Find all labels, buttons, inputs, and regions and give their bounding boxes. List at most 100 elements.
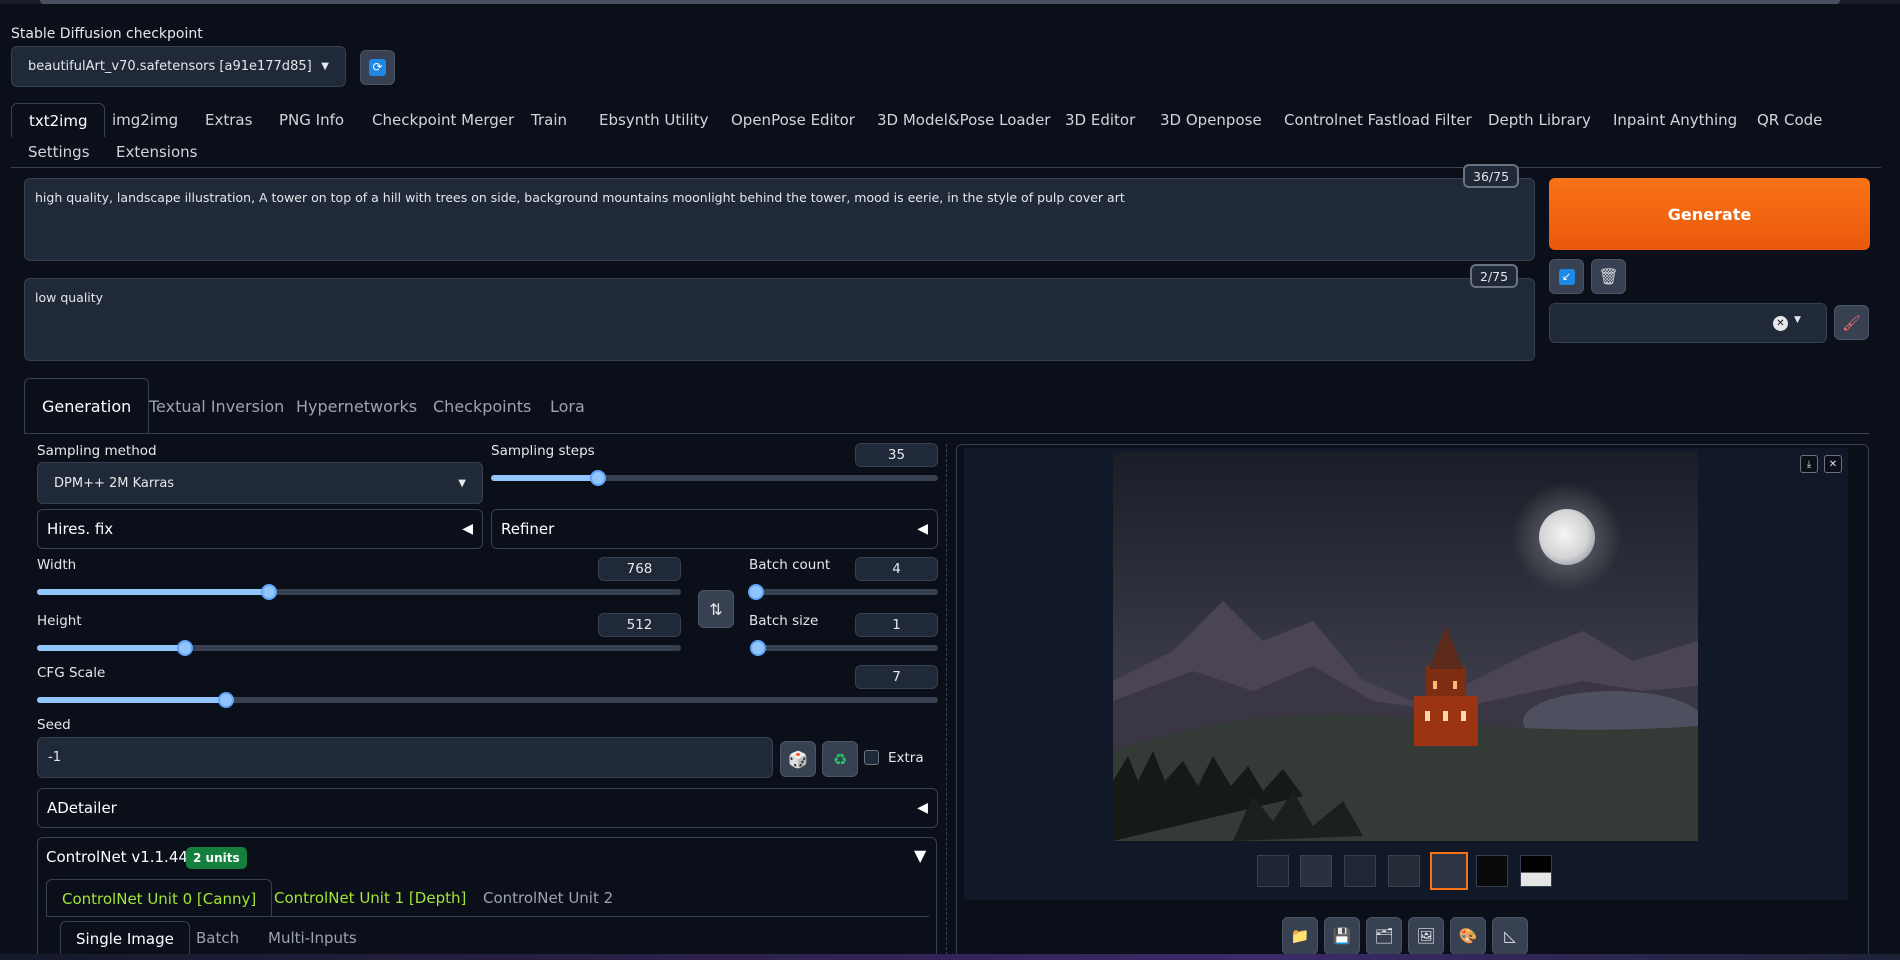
tab-lora[interactable]: Lora [533, 378, 602, 434]
tab-textual-inversion[interactable]: Textual Inversion [132, 378, 301, 434]
tab-generation[interactable]: Generation [24, 378, 150, 434]
slider-thumb[interactable] [590, 470, 607, 486]
tab-checkpoints[interactable]: Checkpoints [416, 378, 548, 434]
send-to-img2img-button[interactable]: 🖼 [1408, 917, 1444, 955]
arrow-icon: ↙ [1558, 268, 1575, 285]
height-input[interactable]: 512 [598, 613, 681, 637]
positive-prompt-input[interactable]: high quality, landscape illustration, A … [24, 178, 1535, 261]
swap-dimensions-button[interactable]: ⇅ [698, 590, 734, 628]
tab-ebsynth-utility[interactable]: Ebsynth Utility [582, 103, 725, 137]
random-seed-button[interactable]: 🎲 [780, 741, 816, 777]
refresh-icon: ⟳ [369, 59, 386, 76]
reuse-seed-button[interactable]: ♻ [822, 741, 858, 777]
sampling-method-select[interactable]: DPM++ 2M Karras ▼ [37, 462, 483, 504]
sampling-steps-input[interactable]: 35 [855, 443, 938, 467]
tab-train[interactable]: Train [514, 103, 584, 137]
height-slider[interactable] [37, 640, 681, 656]
adetailer-accordion[interactable]: ADetailer ◀ [37, 788, 938, 828]
clear-icon[interactable]: ✕ [1773, 316, 1788, 331]
tab-qr-code[interactable]: QR Code [1740, 103, 1839, 137]
gallery-thumbnail[interactable] [1476, 855, 1508, 887]
tab-multi-inputs[interactable]: Multi-Inputs [253, 921, 372, 955]
palette-icon: 🎨 [1458, 927, 1478, 945]
extra-seed-checkbox[interactable] [864, 750, 879, 765]
tab-inpaint-anything[interactable]: Inpaint Anything [1596, 103, 1754, 137]
hires-fix-accordion[interactable]: Hires. fix ◀ [37, 509, 483, 549]
adetailer-label: ADetailer [47, 799, 117, 817]
download-icon[interactable]: ⤓ [1800, 455, 1818, 473]
paste-params-button[interactable]: ↙ [1549, 259, 1584, 294]
styles-select[interactable]: ✕ ▼ [1549, 303, 1827, 343]
generate-button[interactable]: Generate [1549, 178, 1870, 250]
send-to-inpaint-button[interactable]: 🎨 [1450, 917, 1486, 955]
open-folder-button[interactable]: 📁 [1282, 917, 1318, 955]
gallery-thumbnail[interactable] [1257, 855, 1289, 887]
negative-token-counter: 2/75 [1470, 264, 1519, 288]
gallery-thumbnail[interactable] [1520, 855, 1552, 887]
swap-icon: ⇅ [709, 599, 723, 619]
edit-styles-button[interactable]: 🖌 [1834, 305, 1869, 340]
positive-token-counter: 36/75 [1463, 164, 1520, 188]
tab-3d-editor[interactable]: 3D Editor [1048, 103, 1152, 137]
chevron-down-icon: ▼ [458, 477, 466, 489]
slider-thumb[interactable] [747, 584, 764, 600]
tab-controlnet-fastload-filter[interactable]: Controlnet Fastload Filter [1267, 103, 1489, 137]
tab-single-image[interactable]: Single Image [60, 921, 190, 955]
column-divider [946, 444, 947, 960]
zip-button[interactable]: 🗂 [1366, 917, 1402, 955]
send-to-extras-button[interactable]: ◺ [1492, 917, 1528, 955]
gallery-thumbnail[interactable] [1300, 855, 1332, 887]
save-button[interactable]: 💾 [1324, 917, 1360, 955]
gallery-thumbnail[interactable] [1344, 855, 1376, 887]
sampling-steps-label: Sampling steps [491, 443, 595, 459]
slider-thumb[interactable] [260, 584, 277, 600]
gallery-thumbnail[interactable] [1388, 855, 1420, 887]
generated-image[interactable] [1113, 451, 1698, 841]
tab-hypernetworks[interactable]: Hypernetworks [279, 378, 434, 434]
tab-extensions[interactable]: Extensions [99, 135, 214, 169]
tab-batch[interactable]: Batch [181, 921, 254, 955]
clear-prompt-button[interactable]: 🗑 [1591, 259, 1626, 294]
expand-triangle-icon[interactable]: ▼ [914, 846, 926, 865]
tab-txt2img[interactable]: txt2img [11, 103, 106, 137]
tab-3d-model-pose-loader[interactable]: 3D Model&Pose Loader [860, 103, 1067, 137]
controlnet-tabs-divider [46, 916, 929, 917]
tab-openpose-editor[interactable]: OpenPose Editor [714, 103, 872, 137]
tab-png-info[interactable]: PNG Info [262, 103, 361, 137]
slider-thumb[interactable] [218, 692, 235, 708]
batch-count-slider[interactable] [747, 584, 938, 600]
slider-thumb[interactable] [750, 640, 766, 656]
tab-extras[interactable]: Extras [188, 103, 269, 137]
seed-input[interactable]: -1 [37, 737, 773, 778]
tab-controlnet-unit-1[interactable]: ControlNet Unit 1 [Depth] [259, 879, 481, 917]
width-input[interactable]: 768 [598, 557, 681, 581]
width-slider[interactable] [37, 584, 681, 600]
gallery-thumbnail-selected[interactable] [1430, 852, 1468, 890]
tab-controlnet-unit-2[interactable]: ControlNet Unit 2 [468, 879, 628, 917]
close-icon[interactable]: ✕ [1824, 455, 1842, 473]
batch-size-slider[interactable] [750, 640, 938, 656]
sampling-steps-slider[interactable] [491, 470, 938, 486]
batch-count-input[interactable]: 4 [855, 557, 938, 581]
negative-prompt-input[interactable]: low quality [24, 278, 1535, 361]
tab-settings[interactable]: Settings [11, 135, 107, 169]
ruler-icon: ◺ [1504, 927, 1516, 945]
checkpoint-value: beautifulArt_v70.safetensors [a91e177d85… [28, 59, 312, 74]
tab-img2img[interactable]: img2img [95, 103, 195, 137]
refresh-checkpoint-button[interactable]: ⟳ [360, 50, 395, 85]
brush-icon: 🖌 [1841, 313, 1862, 332]
tab-3d-openpose[interactable]: 3D Openpose [1143, 103, 1279, 137]
cfg-scale-input[interactable]: 7 [855, 665, 938, 689]
checkpoint-label: Stable Diffusion checkpoint [11, 26, 203, 42]
cfg-scale-slider[interactable] [37, 692, 938, 708]
checkpoint-select[interactable]: beautifulArt_v70.safetensors [a91e177d85… [11, 46, 346, 87]
refiner-label: Refiner [501, 520, 555, 538]
tab-controlnet-unit-0[interactable]: ControlNet Unit 0 [Canny] [46, 879, 273, 917]
batch-size-input[interactable]: 1 [855, 613, 938, 637]
slider-thumb[interactable] [177, 640, 194, 656]
tab-checkpoint-merger[interactable]: Checkpoint Merger [355, 103, 531, 137]
cfg-scale-label: CFG Scale [37, 665, 106, 681]
positive-prompt-text: high quality, landscape illustration, A … [35, 190, 1125, 205]
refiner-accordion[interactable]: Refiner ◀ [491, 509, 938, 549]
tab-depth-library[interactable]: Depth Library [1471, 103, 1608, 137]
